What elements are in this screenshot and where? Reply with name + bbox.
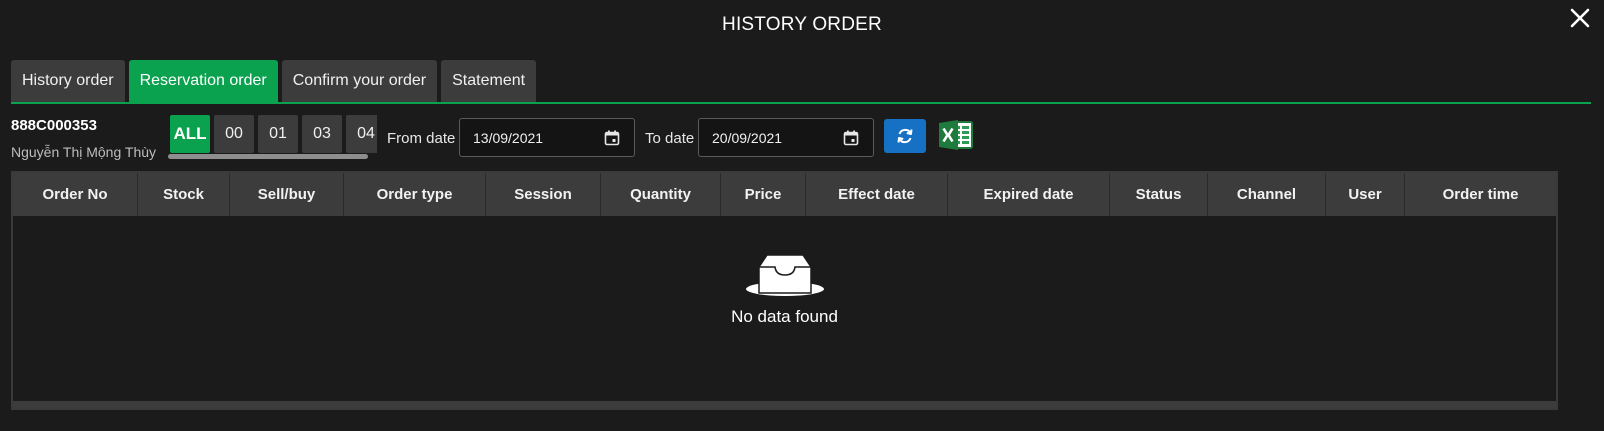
- column-expired-date[interactable]: Expired date: [948, 173, 1110, 216]
- empty-state-text: No data found: [731, 307, 838, 326]
- account-id: 888C000353: [11, 117, 97, 134]
- sub-account-03-button[interactable]: 03: [302, 115, 342, 153]
- orders-table: Order No Stock Sell/buy Order type Sessi…: [11, 171, 1558, 410]
- tab-confirm-your-order[interactable]: Confirm your order: [281, 60, 438, 102]
- to-date-value[interactable]: 20/09/2021: [712, 130, 782, 146]
- sub-account-all-button[interactable]: ALL: [170, 115, 210, 153]
- export-excel-button[interactable]: [938, 119, 974, 151]
- tab-history-order[interactable]: History order: [11, 60, 125, 102]
- empty-inbox-icon: [745, 254, 824, 296]
- excel-icon[interactable]: [938, 119, 974, 151]
- to-date-label: To date: [645, 130, 695, 147]
- tab-underline: [11, 102, 1591, 104]
- tab-reservation-order[interactable]: Reservation order: [128, 60, 278, 102]
- account-name: Nguyễn Thị Mộng Thùy: [11, 144, 157, 160]
- column-order-no[interactable]: Order No: [13, 173, 138, 216]
- column-price[interactable]: Price: [721, 173, 806, 216]
- column-session[interactable]: Session: [486, 173, 601, 216]
- from-date-value[interactable]: 13/09/2021: [473, 130, 543, 146]
- horizontal-scrollbar[interactable]: [13, 401, 1556, 408]
- tab-bar: History order Reservation order Confirm …: [11, 60, 537, 102]
- column-order-type[interactable]: Order type: [344, 173, 486, 216]
- refresh-button[interactable]: [884, 119, 926, 153]
- column-stock[interactable]: Stock: [138, 173, 230, 216]
- column-order-time[interactable]: Order time: [1405, 173, 1556, 216]
- sub-account-scrollbar[interactable]: [168, 154, 368, 159]
- to-date-field[interactable]: 20/09/2021: [698, 118, 874, 157]
- close-icon[interactable]: [1568, 6, 1592, 30]
- column-user[interactable]: User: [1326, 173, 1405, 216]
- sub-account-04-button[interactable]: 04: [346, 115, 377, 153]
- sub-account-00-button[interactable]: 00: [214, 115, 254, 153]
- column-status[interactable]: Status: [1110, 173, 1208, 216]
- close-button[interactable]: [1568, 6, 1592, 30]
- from-date-label: From date: [387, 130, 456, 147]
- calendar-icon[interactable]: [604, 130, 620, 146]
- table-header: Order No Stock Sell/buy Order type Sessi…: [13, 173, 1556, 216]
- calendar-icon[interactable]: [843, 130, 859, 146]
- empty-state: No data found: [13, 251, 1556, 327]
- sub-account-01-button[interactable]: 01: [258, 115, 298, 153]
- from-date-field[interactable]: 13/09/2021: [459, 118, 635, 157]
- column-sell-buy[interactable]: Sell/buy: [230, 173, 344, 216]
- modal-title: HISTORY ORDER: [722, 14, 882, 35]
- refresh-icon[interactable]: [895, 126, 915, 146]
- tab-statement[interactable]: Statement: [441, 60, 537, 102]
- column-channel[interactable]: Channel: [1208, 173, 1326, 216]
- column-quantity[interactable]: Quantity: [601, 173, 721, 216]
- column-effect-date[interactable]: Effect date: [806, 173, 948, 216]
